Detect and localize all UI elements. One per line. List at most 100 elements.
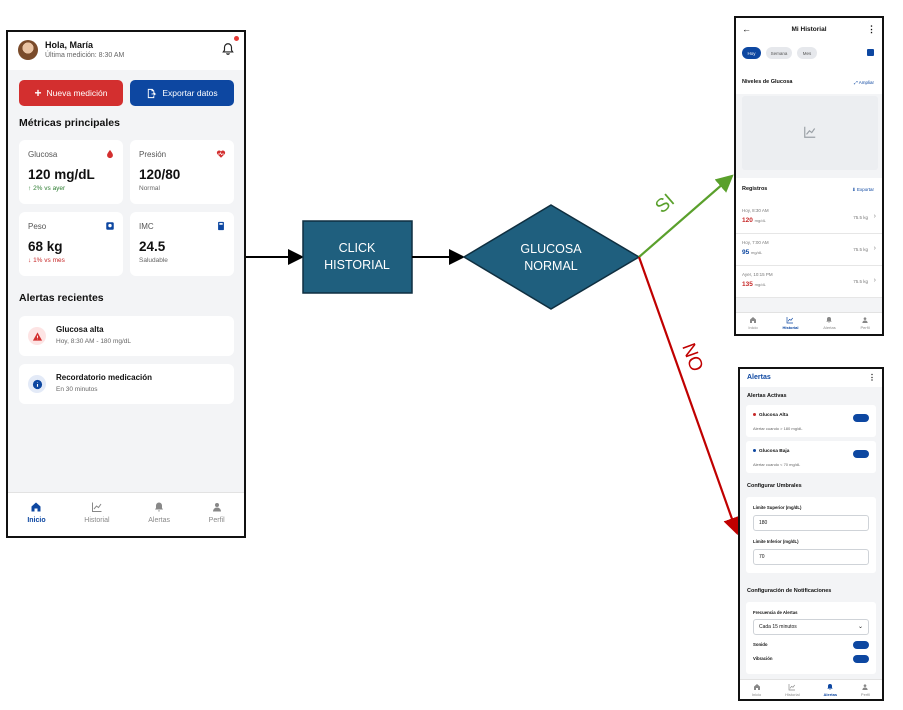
- upper-limit-label: Límite Superior (mg/dL): [753, 505, 802, 510]
- blue-bullet-icon: [753, 449, 756, 453]
- alert-setting-low: Glucosa Baja Alertar cuando < 70 mg/dL: [746, 441, 876, 473]
- record-row[interactable]: Ayer, 10:15 PM 135 mg/dL 75.5 kg ›: [736, 266, 882, 298]
- nav-label: Perfil: [860, 325, 870, 330]
- chart-line-icon: [789, 684, 796, 691]
- nav-label: Alertas: [823, 692, 838, 697]
- nav-label: Alertas: [823, 325, 836, 330]
- no-arrow: [637, 256, 741, 536]
- lower-limit-input[interactable]: 70: [753, 549, 869, 565]
- frequency-select[interactable]: Cada 15 minutos ⌄: [753, 619, 869, 635]
- frequency-label: Frecuencia de Alertas: [753, 610, 798, 615]
- chevron-right-icon: ›: [873, 213, 876, 220]
- notifications-title: Configuración de Notificaciones: [747, 588, 832, 594]
- nav-label: Perfil: [860, 692, 871, 697]
- record-weight: 75.5 kg: [853, 279, 868, 284]
- decision-label-2: NORMAL: [524, 259, 578, 273]
- home-icon: [753, 684, 760, 690]
- upper-limit-input[interactable]: 180: [753, 515, 869, 531]
- record-unit: mg/dL: [754, 282, 766, 287]
- vibration-label: Vibración: [753, 656, 773, 661]
- record-time: Ayer, 10:15 PM: [742, 272, 773, 277]
- records-title: Registros: [742, 186, 768, 192]
- bottom-nav: Inicio Historial Alertas Perfil: [740, 679, 882, 699]
- notifications-box: Frecuencia de Alertas Cada 15 minutos ⌄ …: [746, 602, 876, 674]
- record-weight: 75.5 kg: [853, 247, 868, 252]
- sound-label: Sonido: [753, 642, 768, 647]
- no-label: NO: [677, 341, 706, 375]
- yes-arrow: [638, 174, 734, 258]
- record-number: 95: [742, 249, 750, 256]
- process-box: [302, 220, 413, 294]
- record-time: Hoy, 7:00 AM: [742, 240, 769, 245]
- process-label-1: CLICK: [339, 241, 376, 255]
- nav-item-profile[interactable]: Perfil: [861, 683, 870, 699]
- calendar-icon[interactable]: [867, 49, 874, 56]
- tab-today[interactable]: Hoy: [742, 47, 761, 59]
- nav-item-alerts[interactable]: Alertas: [823, 316, 836, 334]
- home-icon: [750, 317, 757, 323]
- alert-name: Glucosa Alta: [753, 413, 788, 418]
- sound-toggle[interactable]: [853, 641, 869, 649]
- thresholds-title: Configurar Umbrales: [747, 483, 802, 489]
- record-row[interactable]: Hoy, 8:30 AM 120 mg/dL 75.5 kg ›: [736, 202, 882, 234]
- low-glucose-toggle[interactable]: [853, 450, 869, 458]
- nav-item-home[interactable]: Inicio: [752, 683, 761, 699]
- decision-label-1: GLUCOSA: [520, 242, 582, 256]
- process-label-2: HISTORIAL: [324, 258, 390, 272]
- record-row[interactable]: Hoy, 7:00 AM 95 mg/dL 75.5 kg ›: [736, 234, 882, 266]
- glucose-levels-title: Niveles de Glucosa: [742, 79, 793, 85]
- alert-name-text: Glucosa Alta: [759, 413, 789, 418]
- bell-icon: [827, 684, 833, 690]
- export-label: Exportar: [856, 187, 874, 192]
- nav-label: Historial: [785, 692, 800, 697]
- nav-item-history[interactable]: Historial: [782, 316, 799, 334]
- alert-desc: Alertar cuando < 70 mg/dL: [753, 462, 801, 467]
- tab-week[interactable]: Semana: [766, 47, 792, 59]
- chart-line-icon: [787, 317, 794, 324]
- tab-month[interactable]: Mes: [797, 47, 817, 59]
- nav-label: Inicio: [748, 325, 758, 330]
- nav-item-alerts[interactable]: Alertas: [823, 683, 837, 699]
- record-value: 95 mg/dL: [742, 249, 762, 256]
- record-value: 120 mg/dL: [742, 217, 766, 224]
- alert-setting-high: Glucosa Alta Alertar cuando > 180 mg/dL: [746, 405, 876, 437]
- record-weight: 75.5 kg: [853, 215, 868, 220]
- active-alerts-title: Alertas Activas: [747, 393, 787, 399]
- expand-label: Ampliar: [858, 80, 874, 85]
- yes-label: SI: [652, 190, 679, 218]
- thresholds-box: Límite Superior (mg/dL) 180 Límite Infer…: [746, 497, 876, 573]
- nav-item-profile[interactable]: Perfil: [860, 316, 870, 334]
- more-vertical-icon[interactable]: ⋮: [868, 373, 876, 382]
- frequency-value: Cada 15 minutos: [759, 624, 797, 630]
- export-link[interactable]: ⬇ Exportar: [852, 187, 874, 193]
- bottom-nav: Inicio Historial Alertas Perfil: [736, 312, 882, 334]
- nav-item-home[interactable]: Inicio: [748, 316, 758, 334]
- record-unit: mg/dL: [751, 250, 763, 255]
- record-unit: mg/dL: [754, 218, 766, 223]
- history-screen: ← Mi Historial ⋮ Hoy Semana Mes Niveles …: [734, 16, 884, 336]
- more-vertical-icon[interactable]: ⋮: [867, 24, 876, 35]
- alert-desc: Alertar cuando > 180 mg/dL: [753, 426, 803, 431]
- person-icon: [862, 684, 869, 690]
- nav-label: Inicio: [751, 692, 762, 697]
- record-time: Hoy, 8:30 AM: [742, 208, 769, 213]
- record-number: 120: [742, 217, 753, 224]
- red-bullet-icon: [753, 413, 756, 417]
- alert-name-text: Glucosa Baja: [759, 449, 790, 454]
- high-glucose-toggle[interactable]: [853, 414, 869, 422]
- chevron-right-icon: ›: [873, 245, 876, 252]
- lower-limit-label: Límite Inferior (mg/dL): [753, 539, 799, 544]
- record-value: 135 mg/dL: [742, 281, 766, 288]
- chart-line-icon: [804, 126, 816, 138]
- records-header: Registros ⬇ Exportar: [736, 178, 882, 202]
- nav-label: Historial: [782, 325, 799, 330]
- record-number: 135: [742, 281, 753, 288]
- vibration-toggle[interactable]: [853, 655, 869, 663]
- expand-link[interactable]: ⤢ Ampliar: [854, 80, 874, 85]
- history-title: Mi Historial: [791, 26, 827, 33]
- alerts-title: Alertas: [747, 374, 771, 381]
- nav-item-history[interactable]: Historial: [785, 683, 800, 699]
- glucose-chart-placeholder: [742, 96, 878, 170]
- chevron-down-icon: ⌄: [857, 624, 863, 630]
- person-icon: [862, 317, 868, 323]
